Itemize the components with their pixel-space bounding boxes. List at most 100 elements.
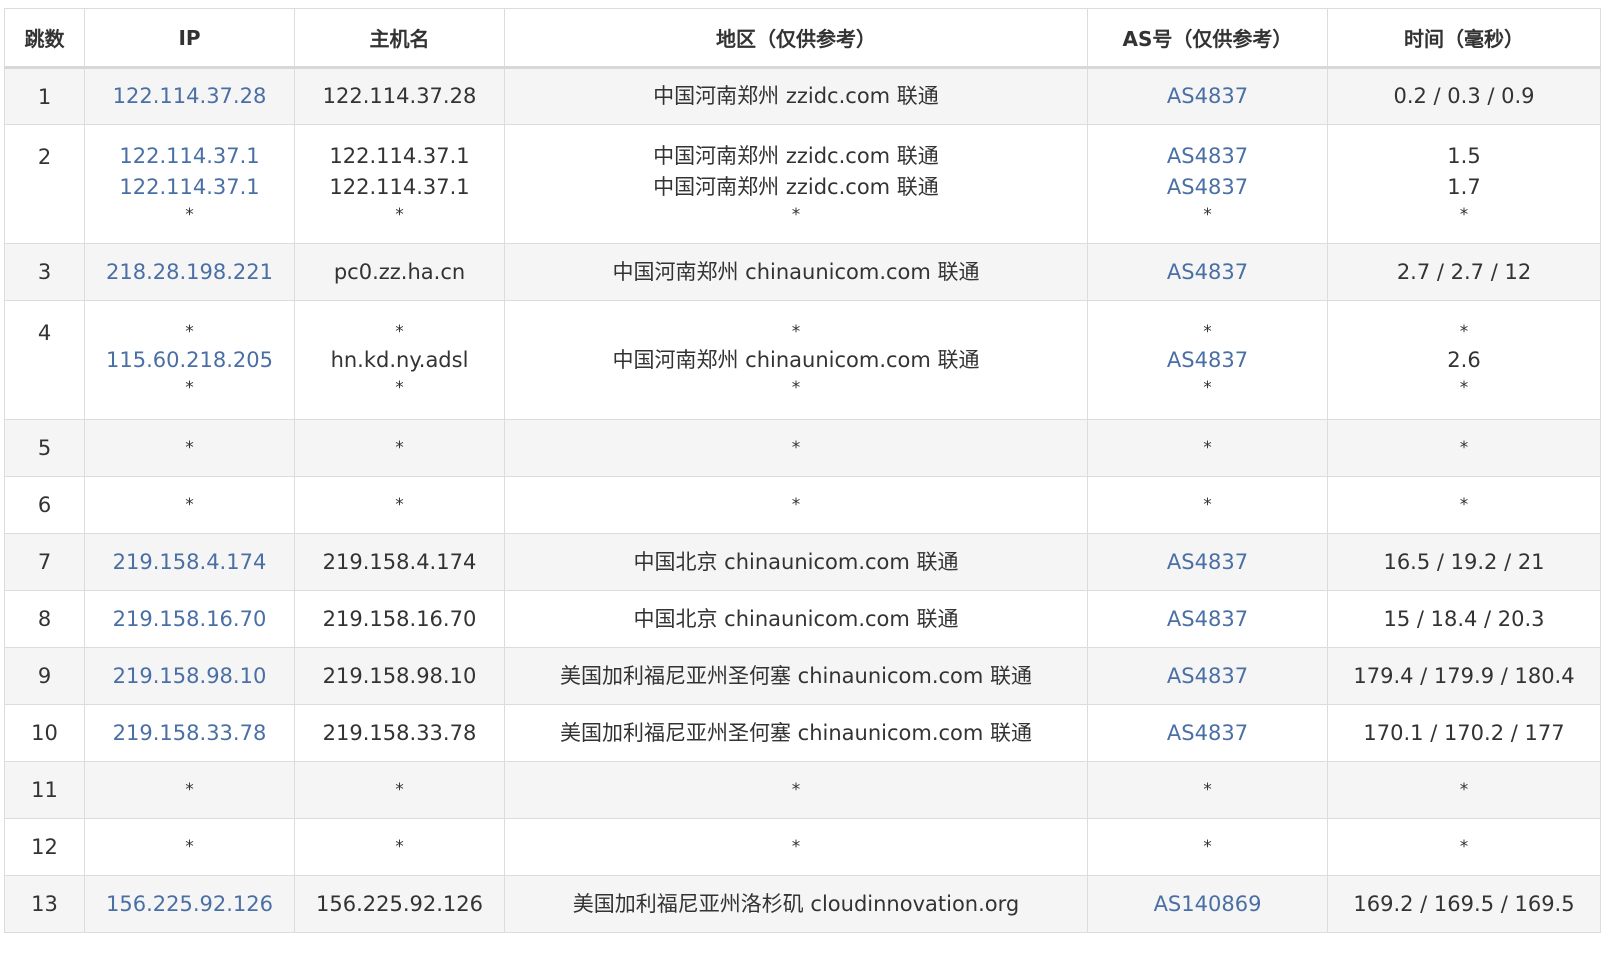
region-value: 美国加利福尼亚州洛杉矶 cloudinnovation.org [572, 891, 1020, 916]
region-cell: 中国河南郑州 chinaunicom.com 联通 [504, 243, 1088, 301]
table-row: 5 * * * * * [4, 419, 1601, 477]
as-link[interactable]: AS4837 [1088, 172, 1327, 203]
ip-link[interactable]: 156.225.92.126 [85, 889, 294, 920]
host-value: 156.225.92.126 [316, 891, 483, 916]
hostname-cell: pc0.zz.ha.cn [294, 243, 505, 301]
ip-value: * [185, 779, 194, 800]
time-cell: * [1327, 761, 1601, 819]
traceroute-table: 跳数 IP 主机名 地区（仅供参考） AS号（仅供参考） 时间（毫秒） 1 122… [4, 8, 1601, 933]
hostname-cell: 122.114.37.1 122.114.37.1 * [294, 124, 505, 244]
ip-value: * [185, 204, 194, 225]
header-region: 地区（仅供参考） [504, 8, 1088, 69]
as-link[interactable]: AS4837 [1088, 141, 1327, 172]
as-link[interactable]: AS4837 [1088, 604, 1327, 635]
time-value: 169.2 / 169.5 / 169.5 [1353, 891, 1575, 916]
host-value: * [395, 494, 404, 515]
as-link[interactable]: AS4837 [1088, 661, 1327, 692]
as-number-cell: * [1087, 419, 1328, 477]
ip-cell: 219.158.16.70 [84, 590, 295, 648]
host-value: * [395, 779, 404, 800]
table-row: 10 219.158.33.78 219.158.33.78 美国加利福尼亚州圣何塞 … [4, 704, 1601, 762]
host-value: * [395, 437, 404, 458]
time-value: 179.4 / 179.9 / 180.4 [1353, 663, 1575, 688]
time-cell: * [1327, 419, 1601, 477]
region-cell: * 中国河南郑州 chinaunicom.com 联通 * [504, 300, 1088, 420]
as-number-cell: * [1087, 476, 1328, 534]
table-row: 11 * * * * * [4, 761, 1601, 819]
time-value: * [1459, 836, 1469, 857]
as-number-cell: AS4837 [1087, 647, 1328, 705]
region-value: 美国加利福尼亚州圣何塞 chinaunicom.com 联通 [559, 720, 1033, 745]
table-row: 3 218.28.198.221 pc0.zz.ha.cn 中国河南郑州 chinau… [4, 243, 1601, 301]
region-value: * [791, 494, 801, 515]
as-value: * [1203, 779, 1212, 800]
host-value: 122.114.37.1 [329, 143, 470, 168]
region-value: * [791, 437, 801, 458]
as-link[interactable]: AS140869 [1088, 889, 1327, 920]
time-value: 15 / 18.4 / 20.3 [1383, 606, 1545, 631]
ip-cell: 122.114.37.28 [84, 67, 295, 125]
hostname-cell: 219.158.33.78 [294, 704, 505, 762]
ip-link[interactable]: 219.158.33.78 [85, 718, 294, 749]
hostname-cell: 122.114.37.28 [294, 67, 505, 125]
ip-link[interactable]: 219.158.16.70 [85, 604, 294, 635]
host-value: 219.158.98.10 [322, 663, 477, 688]
host-value: 219.158.4.174 [322, 549, 477, 574]
region-cell: 美国加利福尼亚州圣何塞 chinaunicom.com 联通 [504, 647, 1088, 705]
host-value: 122.114.37.1 [329, 174, 470, 199]
as-link[interactable]: AS4837 [1088, 257, 1327, 288]
hop-cell: 5 [4, 419, 85, 477]
hop-cell: 11 [4, 761, 85, 819]
hop-cell: 10 [4, 704, 85, 762]
table-row: 9 219.158.98.10 219.158.98.10 美国加利福尼亚州圣何塞 c… [4, 647, 1601, 705]
hop-cell: 6 [4, 476, 85, 534]
hostname-cell: * [294, 761, 505, 819]
region-cell: 美国加利福尼亚州圣何塞 chinaunicom.com 联通 [504, 704, 1088, 762]
ip-link[interactable]: 122.114.37.28 [85, 81, 294, 112]
region-value: 中国河南郑州 chinaunicom.com 联通 [612, 259, 980, 284]
ip-link[interactable]: 219.158.4.174 [85, 547, 294, 578]
region-cell: 中国北京 chinaunicom.com 联通 [504, 590, 1088, 648]
header-time: 时间（毫秒） [1327, 8, 1601, 69]
time-value: * [1459, 377, 1469, 398]
ip-cell: * [84, 476, 295, 534]
as-link[interactable]: AS4837 [1088, 81, 1327, 112]
time-value: 0.2 / 0.3 / 0.9 [1393, 84, 1535, 108]
hop-cell: 13 [4, 875, 85, 933]
region-value: * [791, 204, 801, 225]
region-cell: * [504, 761, 1088, 819]
ip-link[interactable]: 115.60.218.205 [85, 345, 294, 376]
as-link[interactable]: AS4837 [1088, 547, 1327, 578]
time-cell: 170.1 / 170.2 / 177 [1327, 704, 1601, 762]
hostname-cell: 156.225.92.126 [294, 875, 505, 933]
as-link[interactable]: AS4837 [1088, 345, 1327, 376]
hop-cell: 12 [4, 818, 85, 876]
as-link[interactable]: AS4837 [1088, 718, 1327, 749]
region-value: * [791, 321, 801, 342]
as-number-cell: AS4837 [1087, 704, 1328, 762]
host-value: 122.114.37.28 [322, 84, 477, 108]
host-value: 219.158.33.78 [322, 720, 477, 745]
ip-link[interactable]: 218.28.198.221 [85, 257, 294, 288]
region-cell: * [504, 419, 1088, 477]
ip-cell: 219.158.33.78 [84, 704, 295, 762]
ip-link[interactable]: 122.114.37.1 [85, 172, 294, 203]
region-cell: * [504, 818, 1088, 876]
as-number-cell: AS4837 [1087, 67, 1328, 125]
region-cell: 中国河南郑州 zzidc.com 联通 [504, 67, 1088, 125]
header-as-number: AS号（仅供参考） [1087, 8, 1328, 69]
ip-cell: 218.28.198.221 [84, 243, 295, 301]
hostname-cell: * [294, 818, 505, 876]
ip-link[interactable]: 122.114.37.1 [85, 141, 294, 172]
ip-link[interactable]: 219.158.98.10 [85, 661, 294, 692]
hostname-cell: * [294, 419, 505, 477]
region-cell: 中国河南郑州 zzidc.com 联通 中国河南郑州 zzidc.com 联通 * [504, 124, 1088, 244]
ip-value: * [185, 836, 194, 857]
hop-cell: 1 [4, 67, 85, 125]
hostname-cell: * [294, 476, 505, 534]
table-row: 7 219.158.4.174 219.158.4.174 中国北京 chinauni… [4, 533, 1601, 591]
as-number-cell: AS140869 [1087, 875, 1328, 933]
ip-cell: * [84, 761, 295, 819]
host-value: pc0.zz.ha.cn [333, 259, 466, 284]
region-value: 中国河南郑州 chinaunicom.com 联通 [612, 347, 980, 372]
